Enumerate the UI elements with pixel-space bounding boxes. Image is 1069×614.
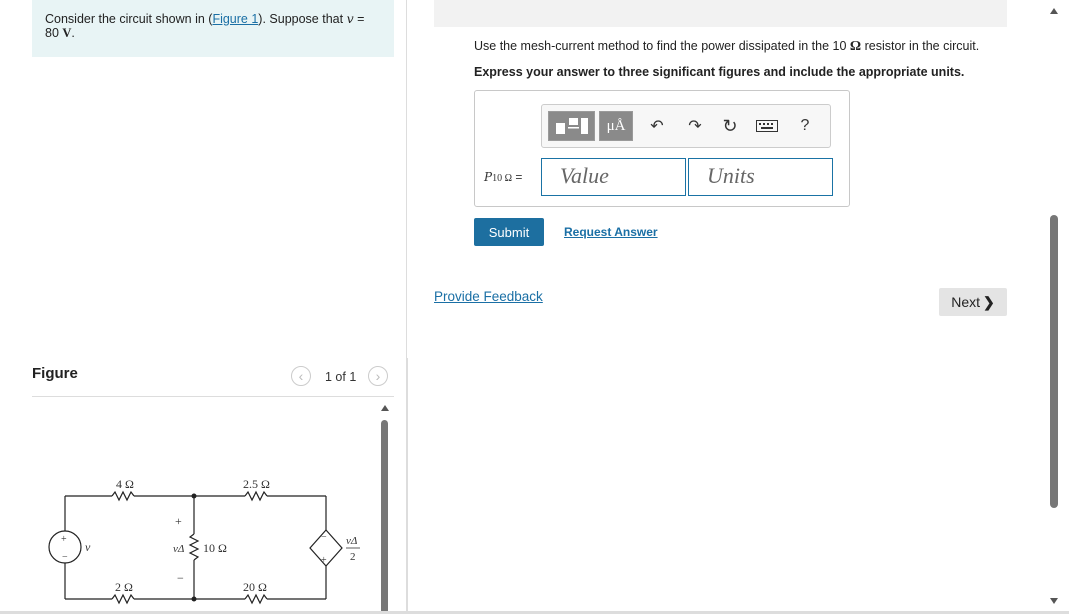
source-minus: − — [62, 552, 68, 563]
answer-label-eq: = — [512, 170, 523, 184]
undo-icon[interactable]: ↶ — [646, 115, 668, 137]
dep-source-denominator: 2 — [350, 551, 356, 563]
submit-button[interactable]: Submit — [474, 218, 544, 246]
figure-link[interactable]: Figure 1 — [212, 12, 258, 26]
page-scrollbar-thumb[interactable] — [1050, 215, 1058, 508]
prompt-var: v — [346, 11, 354, 26]
circuit-diagram: 4 Ω 2.5 Ω 2 Ω 20 Ω 10 Ω v vΔ + − + − − +… — [48, 477, 360, 605]
resistor-10ohm — [188, 533, 200, 561]
prompt-period: . — [71, 26, 75, 40]
answer-label-p: P — [484, 170, 493, 184]
dep-source-numerator: vΔ — [346, 535, 357, 547]
next-figure-button[interactable]: › — [368, 366, 388, 386]
prompt-text-2: ). Suppose that — [258, 12, 347, 26]
label-10ohm: 10 Ω — [203, 541, 227, 555]
figure-scrollbar-thumb[interactable] — [381, 420, 388, 614]
label-v-delta: vΔ — [173, 543, 184, 555]
label-v-delta-minus: − — [177, 571, 184, 585]
question-instruction: Use the mesh-current method to find the … — [474, 39, 979, 55]
redo-icon[interactable]: ↷ — [684, 115, 706, 137]
part-header-bar — [434, 0, 1007, 27]
scroll-down-icon[interactable] — [1050, 598, 1058, 604]
value-input[interactable]: Value — [541, 158, 686, 196]
instruction-text-1: Use the mesh-current method to find the … — [474, 39, 850, 53]
label-2ohm: 2 Ω — [115, 580, 133, 594]
units-button[interactable]: μÅ — [599, 111, 633, 141]
prompt-equals: = — [353, 12, 365, 26]
label-v-delta-plus: + — [175, 514, 182, 528]
resistor-2-5ohm — [244, 490, 268, 502]
next-label: Next — [951, 294, 981, 310]
templates-button[interactable] — [548, 111, 595, 141]
resistor-2ohm — [111, 593, 135, 605]
inner-scroll-up-icon[interactable] — [381, 405, 389, 411]
figure-divider — [32, 396, 394, 397]
answer-format-instruction: Express your answer to three significant… — [474, 65, 965, 79]
help-icon[interactable]: ? — [794, 115, 816, 137]
chevron-right-icon: ❯ — [983, 293, 995, 310]
units-input[interactable]: Units — [688, 158, 833, 196]
figure-pager: 1 of 1 — [325, 370, 357, 384]
panel-divider-lower — [406, 358, 408, 614]
dep-source-minus: − — [321, 532, 327, 543]
answer-label: P10 Ω = — [484, 170, 522, 184]
problem-prompt: Consider the circuit shown in (Figure 1)… — [32, 0, 394, 57]
prompt-value: 80 — [45, 26, 59, 40]
figure-title: Figure — [32, 365, 78, 382]
resistor-20ohm — [244, 593, 268, 605]
label-20ohm: 20 Ω — [243, 580, 267, 594]
source-plus: + — [61, 534, 67, 545]
reset-icon[interactable]: ↻ — [719, 115, 741, 137]
instruction-omega: Ω — [849, 39, 862, 54]
prompt-text-1: Consider the circuit shown in ( — [45, 12, 213, 26]
scroll-up-icon[interactable] — [1050, 8, 1058, 14]
prev-figure-button[interactable]: ‹ — [291, 366, 311, 386]
panel-divider — [406, 0, 407, 360]
math-toolbar: μÅ ↶ ↷ ↻ ? — [541, 104, 831, 148]
keyboard-icon[interactable] — [756, 115, 778, 137]
resistor-4ohm — [111, 490, 135, 502]
dep-source-plus: + — [321, 555, 327, 566]
label-4ohm: 4 Ω — [116, 477, 134, 491]
next-button[interactable]: Next ❯ — [939, 288, 1007, 316]
answer-label-sub: 10 Ω — [492, 173, 513, 184]
provide-feedback-link[interactable]: Provide Feedback — [434, 289, 543, 304]
label-source-v: v — [85, 540, 91, 554]
instruction-text-2: resistor in the circuit. — [861, 39, 980, 53]
request-answer-link[interactable]: Request Answer — [564, 225, 658, 239]
templates-icon — [555, 118, 588, 134]
chevron-left-icon: ‹ — [298, 368, 304, 384]
label-2-5ohm: 2.5 Ω — [243, 477, 270, 491]
chevron-right-icon: › — [375, 368, 381, 384]
